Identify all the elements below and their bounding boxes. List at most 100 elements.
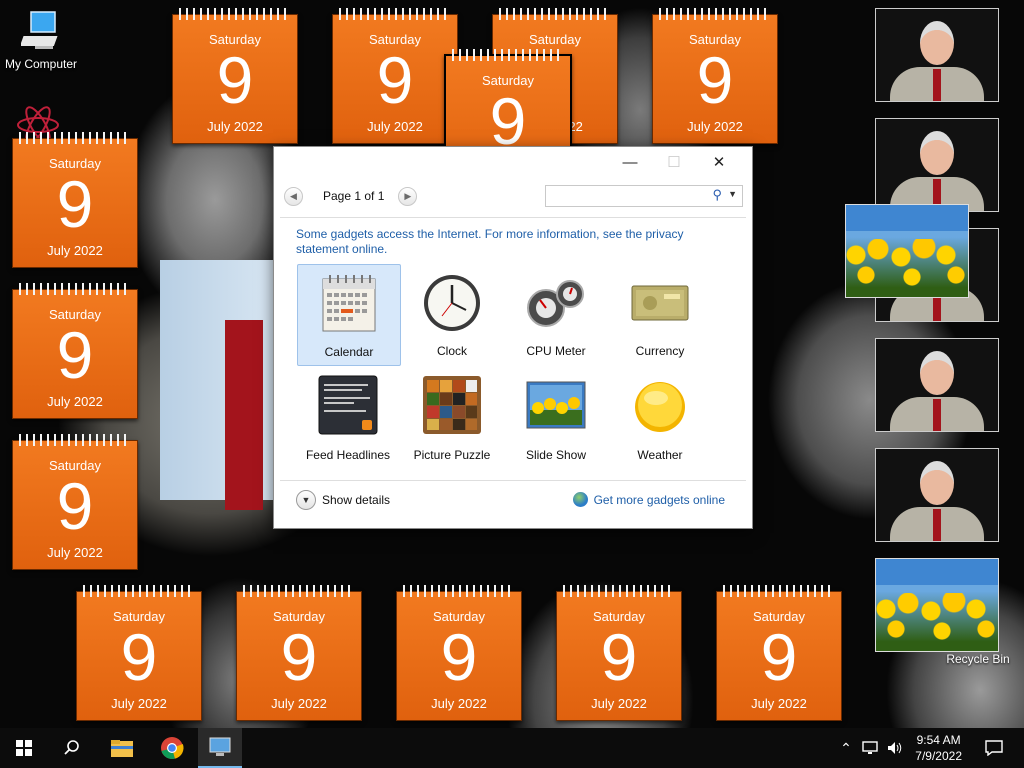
- calendar-gadget[interactable]: Saturday9July 2022: [172, 8, 298, 144]
- notification-icon: [985, 740, 1003, 756]
- gadget-slide-show[interactable]: Slide Show: [505, 368, 607, 468]
- gadget-label: Weather: [637, 448, 683, 462]
- gadget-feed-headlines[interactable]: Feed Headlines: [297, 368, 399, 468]
- gadgets-app-button[interactable]: [198, 728, 242, 768]
- taskbar-search-button[interactable]: [48, 728, 96, 768]
- calendar-month-year: July 2022: [47, 243, 103, 258]
- calendar-month-year: July 2022: [47, 545, 103, 560]
- chrome-icon: [161, 737, 184, 759]
- file-explorer-icon: [111, 740, 133, 757]
- network-icon[interactable]: [860, 728, 882, 768]
- slideshow-gadget[interactable]: [875, 448, 999, 542]
- recycle-bin-label: Recycle Bin: [946, 652, 1010, 666]
- calendar-month-year: July 2022: [367, 119, 423, 134]
- calendar-gadget[interactable]: Saturday9July 2022: [12, 434, 138, 570]
- calendar-day: 9: [56, 318, 94, 392]
- calendar-day: 9: [280, 620, 318, 694]
- calendar-gadget[interactable]: Saturday9July 2022: [76, 585, 202, 721]
- calendar-month-year: July 2022: [111, 696, 167, 711]
- volume-icon[interactable]: [884, 728, 906, 768]
- globe-icon: [572, 492, 588, 507]
- recycle-bin-icon[interactable]: Recycle Bin: [938, 652, 1018, 666]
- divider: [280, 217, 746, 218]
- my-computer-label: My Computer: [4, 57, 78, 71]
- picture-puzzle-icon: [423, 376, 481, 434]
- calendar-gadget[interactable]: Saturday9July 2022: [236, 585, 362, 721]
- calendar-month-year: July 2022: [751, 696, 807, 711]
- calendar-month-year: July 2022: [271, 696, 327, 711]
- privacy-info-link[interactable]: Some gadgets access the Internet. For mo…: [296, 227, 716, 257]
- search-box[interactable]: ⚲ ▼: [545, 185, 743, 207]
- show-details-toggle[interactable]: ▼ Show details: [296, 490, 390, 510]
- close-button[interactable]: ✕: [699, 151, 739, 175]
- divider: [280, 480, 746, 481]
- windows-start-icon: [16, 740, 32, 756]
- calendar-day: 9: [440, 620, 478, 694]
- gadget-picture-puzzle[interactable]: Picture Puzzle: [401, 368, 503, 468]
- page-label: Page 1 of 1: [323, 189, 385, 203]
- calendar-day: 9: [56, 167, 94, 241]
- chevron-down-icon: ▼: [296, 490, 316, 510]
- pager: ◀ Page 1 of 1 ▶: [284, 185, 418, 207]
- slideshow-gadget[interactable]: [875, 8, 999, 102]
- gadgets-window: — ☐ ✕ ◀ Page 1 of 1 ▶ ⚲ ▼ Some gadgets a…: [273, 146, 753, 529]
- currency-icon: [631, 285, 689, 321]
- file-explorer-button[interactable]: [98, 728, 146, 768]
- calendar-gadget[interactable]: Saturday9July 2022: [332, 8, 458, 144]
- next-page-button[interactable]: ▶: [398, 186, 418, 206]
- show-hidden-icons-button[interactable]: ⌃: [836, 728, 856, 768]
- chrome-button[interactable]: [148, 728, 196, 768]
- feed-headlines-icon: [318, 375, 378, 435]
- calendar-gadget[interactable]: Saturday9July 2022: [556, 585, 682, 721]
- calendar-day: 9: [56, 469, 94, 543]
- gadget-cpu-meter[interactable]: CPU Meter: [505, 264, 607, 364]
- calendar-gadget[interactable]: Saturday9July 2022: [12, 283, 138, 419]
- gadget-label: Feed Headlines: [305, 448, 391, 462]
- calendar-icon: [322, 275, 376, 332]
- my-computer-icon[interactable]: My Computer: [2, 10, 80, 71]
- gadgets-app-icon: [209, 737, 231, 756]
- clock-icon: [424, 275, 480, 331]
- gadget-label: Currency: [635, 344, 685, 358]
- gadget-label: Clock: [436, 344, 467, 358]
- chevron-down-icon[interactable]: ▼: [728, 189, 737, 199]
- previous-page-button[interactable]: ◀: [284, 186, 303, 206]
- computer-icon: [19, 11, 58, 49]
- slideshow-gadget-tulips[interactable]: [845, 204, 969, 298]
- minimize-button[interactable]: —: [610, 151, 650, 175]
- calendar-gadget[interactable]: Saturday9July 2022: [12, 132, 138, 268]
- slideshow-gadget[interactable]: [875, 338, 999, 432]
- system-clock[interactable]: 9:54 AM 7/9/2022: [915, 732, 962, 764]
- calendar-gadget[interactable]: Saturday9July 2022: [396, 585, 522, 721]
- calendar-day: 9: [600, 620, 638, 694]
- clock-date: 7/9/2022: [915, 749, 962, 763]
- calendar-month-year: July 2022: [687, 119, 743, 134]
- calendar-month-year: July 2022: [431, 696, 487, 711]
- gadget-label: Picture Puzzle: [413, 448, 491, 462]
- search-icon[interactable]: ⚲: [712, 187, 722, 203]
- start-button[interactable]: [0, 728, 48, 768]
- get-more-gadgets-link[interactable]: Get more gadgets online: [572, 492, 725, 507]
- weather-icon: [635, 382, 685, 432]
- wallpaper-tie: [225, 320, 263, 510]
- show-details-label: Show details: [322, 493, 391, 507]
- calendar-month-year: July 2022: [591, 696, 647, 711]
- calendar-gadget[interactable]: Saturday9July 2022: [716, 585, 842, 721]
- calendar-day: 9: [120, 620, 158, 694]
- search-icon: [64, 740, 79, 755]
- taskbar: ⌃ 9:54 AM 7/9/2022: [0, 728, 1024, 768]
- notification-center-button[interactable]: [976, 728, 1012, 768]
- calendar-month-year: July 2022: [47, 394, 103, 409]
- gadget-weather[interactable]: Weather: [609, 368, 711, 468]
- slideshow-gadget-tulips[interactable]: [875, 558, 999, 652]
- slideshow-gadget[interactable]: [875, 118, 999, 212]
- gadget-currency[interactable]: Currency: [609, 264, 711, 364]
- gadget-label: CPU Meter: [526, 344, 586, 358]
- calendar-day: 9: [376, 43, 414, 117]
- calendar-gadget[interactable]: Saturday9July 2022: [652, 8, 778, 144]
- calendar-month-year: July 2022: [207, 119, 263, 134]
- gadget-calendar[interactable]: Calendar: [297, 264, 401, 366]
- gadget-clock[interactable]: Clock: [401, 264, 503, 364]
- cpu-meter-icon: [527, 280, 584, 327]
- calendar-day: 9: [216, 43, 254, 117]
